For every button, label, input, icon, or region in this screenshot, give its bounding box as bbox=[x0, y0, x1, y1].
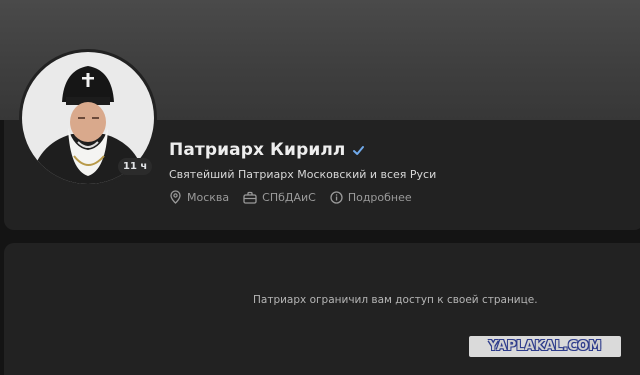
meta-location[interactable]: Москва bbox=[169, 190, 229, 204]
meta-education[interactable]: СПбДАиС bbox=[243, 191, 316, 204]
watermark-logo: YAPLAKAL.COM bbox=[469, 336, 621, 357]
profile-status: Святейший Патриарх Московский и всея Рус… bbox=[169, 168, 437, 181]
access-restricted-message: Патриарх ограничил вам доступ к своей ст… bbox=[253, 294, 538, 306]
meta-location-label: Москва bbox=[187, 190, 230, 204]
profile-meta: Москва СПбДАиС Подробнее bbox=[169, 190, 426, 204]
info-icon bbox=[330, 190, 343, 204]
location-icon bbox=[170, 190, 181, 204]
profile-name-row: Патриарх Кирилл bbox=[169, 140, 365, 160]
briefcase-icon bbox=[243, 191, 257, 204]
profile-name: Патриарх Кирилл bbox=[169, 140, 346, 160]
last-seen-badge: 11 ч bbox=[118, 158, 153, 175]
checkmark-icon[interactable] bbox=[352, 144, 365, 157]
meta-more-info-label: Подробнее bbox=[347, 190, 412, 204]
meta-more-info[interactable]: Подробнее bbox=[330, 191, 412, 204]
meta-education-label: СПбДАиС bbox=[262, 190, 316, 204]
